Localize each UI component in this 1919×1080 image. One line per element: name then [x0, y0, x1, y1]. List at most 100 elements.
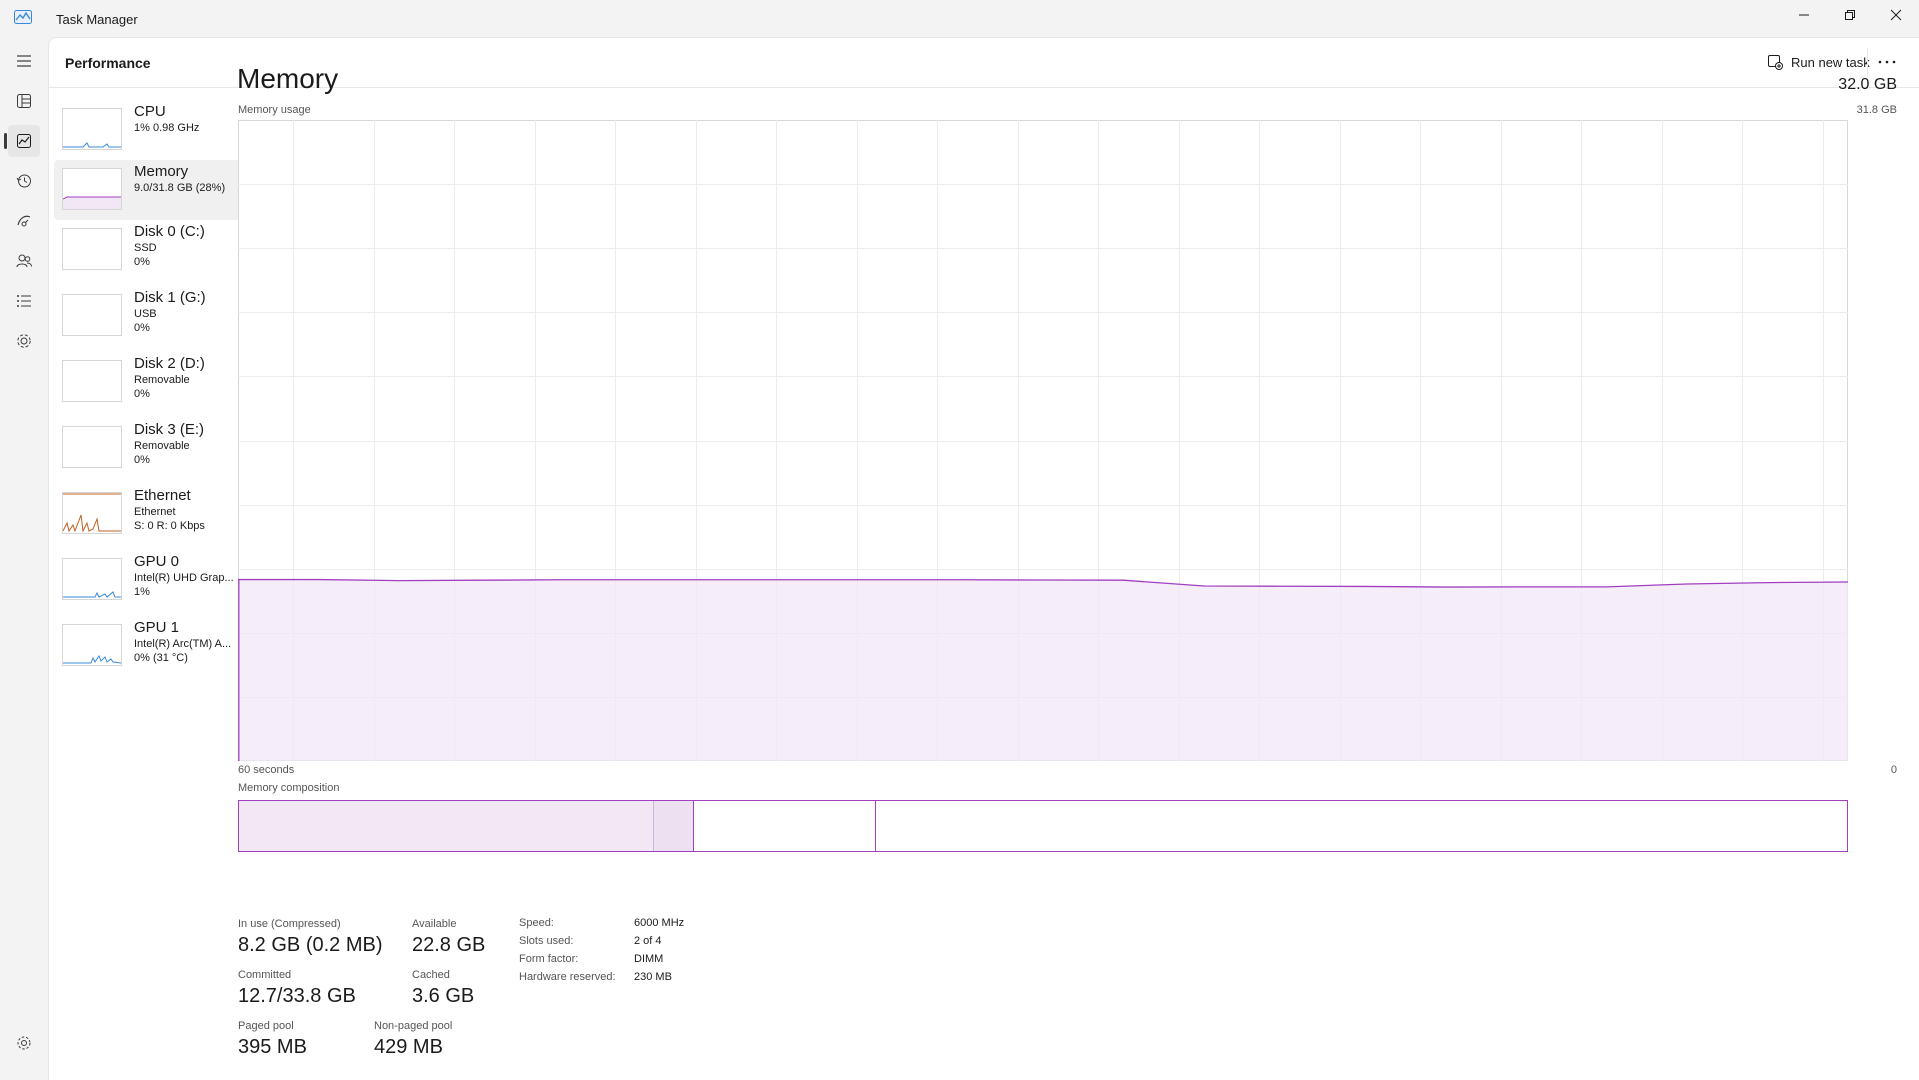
- composition-modified-segment: [653, 801, 695, 851]
- device-thumbnail-graph: [62, 624, 122, 666]
- device-thumbnail-graph: [62, 360, 122, 402]
- cached-label: Cached: [412, 969, 450, 981]
- device-detail: SSD: [134, 242, 157, 254]
- title-bar: Task Manager: [0, 0, 1919, 37]
- hamburger-menu-icon: [17, 55, 31, 67]
- device-name: Disk 3 (E:): [134, 421, 205, 438]
- device-utilization: 0%: [134, 454, 150, 466]
- device-name: Disk 0 (C:): [134, 223, 205, 240]
- x-axis-start-label: 60 seconds: [238, 764, 295, 776]
- device-item-disk-1-g[interactable]: Disk 1 (G:) USB 0%: [54, 286, 260, 346]
- nav-users[interactable]: [8, 245, 40, 277]
- window-title: Task Manager: [56, 12, 138, 27]
- device-thumbnail-graph: [62, 108, 122, 150]
- speed-value: 6000 MHz: [634, 917, 685, 929]
- device-detail: Ethernet: [134, 506, 176, 518]
- device-utilization: 0%: [134, 256, 150, 268]
- users-icon: [16, 254, 32, 268]
- composition-standby-segment: [694, 801, 877, 851]
- form-factor-value: DIMM: [634, 953, 664, 965]
- more-options-icon: [1878, 60, 1896, 64]
- device-thumbnail-graph: [62, 168, 122, 210]
- committed-value: 12.7/33.8 GB: [238, 985, 356, 1007]
- device-item-ethernet[interactable]: Ethernet Ethernet S: 0 R: 0 Kbps: [54, 484, 260, 544]
- run-new-task-icon: [1768, 55, 1783, 70]
- device-item-cpu[interactable]: CPU 1% 0.98 GHz: [54, 100, 260, 160]
- device-detail: 1% 0.98 GHz: [134, 122, 200, 134]
- composition-free-segment: [876, 801, 1847, 851]
- active-nav-indicator: [4, 133, 7, 149]
- slots-used-label: Slots used:: [519, 935, 574, 947]
- services-icon: [17, 334, 31, 348]
- paged-pool-label: Paged pool: [238, 1020, 294, 1032]
- device-utilization: S: 0 R: 0 Kbps: [134, 520, 205, 532]
- details-icon: [17, 295, 31, 307]
- device-detail: USB: [134, 308, 157, 320]
- hardware-reserved-value: 230 MB: [634, 971, 672, 983]
- nav-details[interactable]: [8, 285, 40, 317]
- device-sparkline: [63, 493, 121, 533]
- processes-icon: [17, 94, 31, 108]
- device-item-gpu-1[interactable]: GPU 1 Intel(R) Arc(TM) A... 0% (31 °C): [54, 616, 260, 676]
- device-name: CPU: [134, 103, 166, 120]
- device-item-memory[interactable]: Memory 9.0/31.8 GB (28%): [54, 160, 260, 220]
- device-name: GPU 0: [134, 553, 180, 570]
- restore-icon: [1845, 10, 1855, 20]
- nav-settings[interactable]: [8, 1027, 40, 1059]
- memory-composition-bar: [238, 800, 1848, 852]
- nav-processes[interactable]: [8, 85, 40, 117]
- device-thumbnail-graph: [62, 492, 122, 534]
- available-value: 22.8 GB: [412, 934, 486, 956]
- memory-total: 32.0 GB: [1838, 76, 1897, 93]
- settings-icon: [17, 1036, 31, 1050]
- device-item-disk-3-e[interactable]: Disk 3 (E:) Removable 0%: [54, 418, 260, 478]
- device-name: GPU 1: [134, 619, 180, 636]
- device-sparkline: [63, 142, 121, 148]
- memory-usage-area: [238, 579, 1848, 761]
- speed-label: Speed:: [519, 917, 554, 929]
- device-detail: Removable: [134, 374, 190, 386]
- hardware-reserved-label: Hardware reserved:: [519, 971, 616, 983]
- device-thumbnail-graph: [62, 558, 122, 600]
- startup-apps-icon: [17, 215, 31, 227]
- page-title: Performance: [65, 55, 151, 71]
- device-thumbnail-graph: [62, 294, 122, 336]
- nav-app-history[interactable]: [8, 165, 40, 197]
- app-history-icon: [16, 174, 31, 188]
- device-detail: Intel(R) Arc(TM) A...: [134, 638, 232, 650]
- device-detail: 9.0/31.8 GB (28%): [134, 182, 226, 194]
- memory-usage-label: Memory usage: [238, 104, 311, 116]
- memory-composition-label: Memory composition: [238, 782, 340, 794]
- device-name: Memory: [134, 163, 189, 180]
- run-new-task-button[interactable]: Run new task: [1759, 47, 1878, 77]
- device-sparkline: [63, 654, 121, 664]
- device-name: Disk 1 (G:): [134, 289, 206, 306]
- form-factor-label: Form factor:: [519, 953, 579, 965]
- run-new-task-label: Run new task: [1791, 54, 1870, 70]
- minimize-button[interactable]: [1781, 0, 1827, 30]
- navigation-rail: [0, 37, 48, 1079]
- device-item-gpu-0[interactable]: GPU 0 Intel(R) UHD Grap... 1%: [54, 550, 260, 610]
- device-sparkline: [63, 591, 121, 598]
- device-item-disk-0-c[interactable]: Disk 0 (C:) SSD 0%: [54, 220, 260, 280]
- nav-services[interactable]: [8, 325, 40, 357]
- main-title: Memory: [237, 63, 339, 94]
- x-axis-end-label: 0: [1890, 764, 1897, 776]
- more-options-button[interactable]: [1872, 52, 1902, 72]
- performance-icon: [17, 134, 31, 148]
- in-use-label: In use (Compressed): [238, 918, 341, 930]
- nav-performance[interactable]: [8, 125, 40, 157]
- device-utilization: 0%: [134, 322, 150, 334]
- close-button[interactable]: [1873, 0, 1919, 30]
- restore-button[interactable]: [1827, 0, 1873, 30]
- non-paged-pool-label: Non-paged pool: [374, 1020, 453, 1032]
- device-name: Ethernet: [134, 487, 191, 504]
- nav-startup-apps[interactable]: [8, 205, 40, 237]
- hamburger-menu-button[interactable]: [8, 45, 40, 77]
- cached-value: 3.6 GB: [412, 985, 475, 1007]
- device-utilization: 1%: [134, 586, 150, 598]
- device-name: Disk 2 (D:): [134, 355, 205, 372]
- composition-in-use-segment: [239, 801, 654, 851]
- device-item-disk-2-d[interactable]: Disk 2 (D:) Removable 0%: [54, 352, 260, 412]
- committed-label: Committed: [238, 969, 292, 981]
